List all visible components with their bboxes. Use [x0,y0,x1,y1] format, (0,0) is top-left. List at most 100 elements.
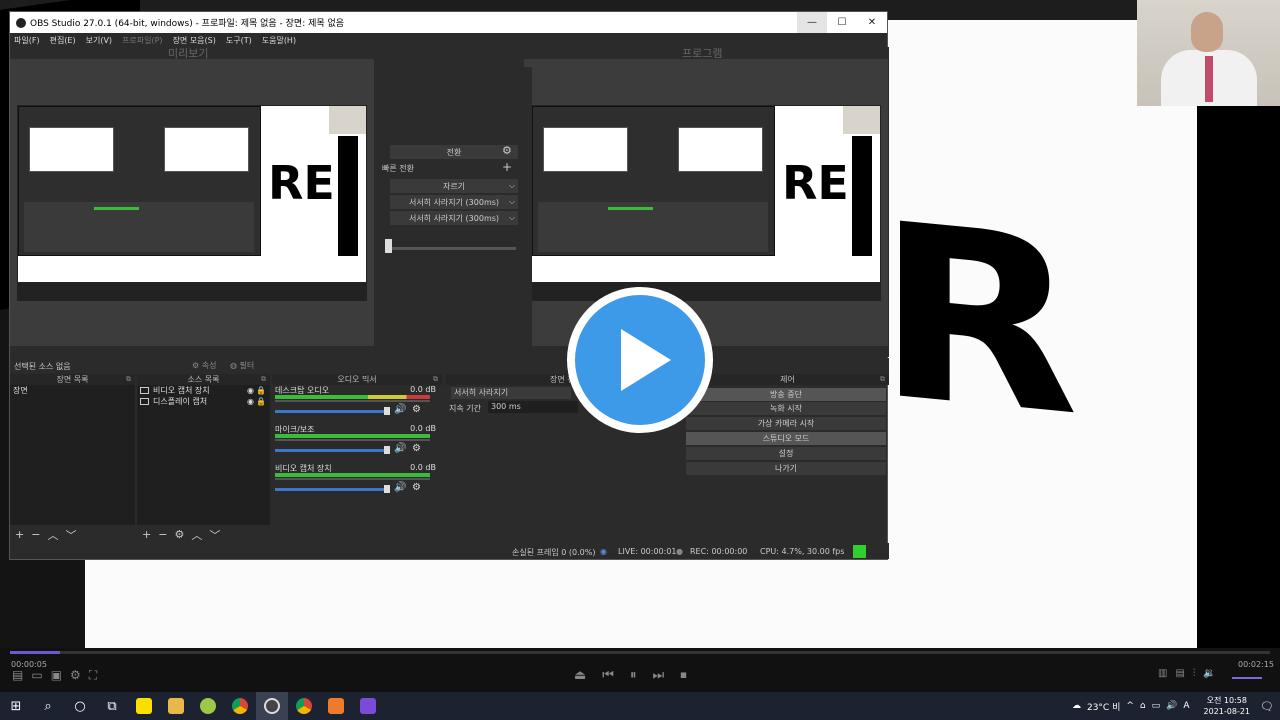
menu-profile[interactable]: 프로파일(P) [122,35,163,46]
dock-float-icon[interactable]: ⧉ [261,374,266,385]
fade-button-2[interactable]: 서서히 사라지기 (300ms) ⌵ [390,211,518,225]
start-recording-button[interactable]: 녹화 시작 [686,402,886,415]
gear-icon[interactable]: ⚙ [412,404,421,415]
settings-icon[interactable]: ⚙ [70,668,81,683]
speaker-icon[interactable]: 🔊 [1166,701,1177,711]
properties-button[interactable]: ⚙ 속성 [192,360,216,371]
lock-icon[interactable]: 🔒 [256,386,266,395]
source-settings-gear-icon[interactable]: ⚙ [174,528,184,541]
chrome-2-icon[interactable] [288,692,320,720]
dock-float-icon[interactable]: ⧉ [433,374,438,385]
move-up-icon[interactable]: ︿ [191,527,202,543]
settings-button[interactable]: 설정 [686,447,886,460]
playlist-icon[interactable]: ▤ [12,668,23,683]
cortana-icon[interactable]: ○ [64,692,96,720]
capture-icon[interactable]: ⛶ [89,668,97,683]
clock[interactable]: 오전 10:58 2021-08-21 [1198,695,1251,717]
add-quick-transition-icon[interactable]: + [502,160,512,174]
volume-slider[interactable] [275,488,387,491]
previous-icon[interactable]: ⏮ [602,668,614,683]
daum-player-icon[interactable] [320,692,352,720]
preview-screen[interactable]: RE [17,105,367,301]
add-scene-icon[interactable]: + [15,528,24,541]
stop-streaming-button[interactable]: 방송 중단 [686,388,886,401]
chevron-up-icon[interactable]: ^ [1126,701,1134,711]
stop-icon[interactable]: ⏹ [680,668,687,683]
obs-title-bar[interactable]: OBS Studio 27.0.1 (64-bit, windows) - 프로… [10,12,887,33]
seek-bar[interactable] [10,651,1270,654]
filters-button[interactable]: ◍ 필터 [230,360,254,371]
t-bar-handle[interactable] [385,239,392,253]
cut-button[interactable]: 자르기 ⌵ [390,179,518,193]
ime-indicator[interactable]: A [1183,701,1189,711]
speaker-icon[interactable]: 🔊 [394,404,406,415]
kakaotalk-icon[interactable] [128,692,160,720]
speaker-icon[interactable]: 🔊 [394,482,406,493]
weather-text[interactable]: 23°C 비 [1087,700,1120,713]
scene-item[interactable]: 장면 [10,385,135,396]
t-bar-track[interactable] [388,247,516,250]
next-icon[interactable]: ⏭ [653,668,665,683]
menu-help[interactable]: 도움말(H) [262,35,296,46]
move-up-icon[interactable]: ︿ [47,527,58,543]
gear-icon[interactable]: ⚙ [412,482,421,493]
eject-icon[interactable]: ⏏ [574,668,586,683]
exit-button[interactable]: 나가기 [686,462,886,475]
obs-taskbar-icon[interactable] [256,692,288,720]
eye-icon[interactable]: ◉ [247,386,254,395]
volume-handle[interactable] [384,407,390,415]
lock-icon[interactable]: 🔒 [256,397,266,406]
fullscreen-icon[interactable]: ▭ [31,668,42,683]
obs-window[interactable]: OBS Studio 27.0.1 (64-bit, windows) - 프로… [9,11,889,560]
volume-icon[interactable]: 🔉 [1203,668,1215,679]
transition-gear-icon[interactable]: ⚙ [502,144,512,157]
volume-handle[interactable] [384,446,390,454]
menu-file[interactable]: 파일(F) [14,35,40,46]
play-button[interactable] [567,287,713,433]
battery-icon[interactable]: ▭ [1152,701,1161,711]
start-virtual-camera-button[interactable]: 가상 카메라 시작 [686,417,886,430]
windows-start-icon[interactable]: ⊞ [0,692,32,720]
remove-scene-icon[interactable]: − [31,528,40,541]
volume-slider[interactable] [275,449,387,452]
repeat-icon[interactable]: ▣ [51,668,62,683]
transition-button[interactable]: 전환 [390,145,518,159]
pause-icon[interactable]: ⏸ [630,668,637,683]
volume-slider[interactable] [275,410,387,413]
source-item-video-capture[interactable]: 비디오 캡처 장치 ◉ 🔒 [137,385,270,396]
pen-app-icon[interactable] [192,692,224,720]
menu-tools[interactable]: 도구(T) [226,35,252,46]
menu-edit[interactable]: 편집(E) [50,35,76,46]
subtitle-icon[interactable]: ▥ [1158,668,1167,679]
player-volume-slider[interactable] [1232,677,1262,679]
chrome-icon[interactable] [224,692,256,720]
move-down-icon[interactable]: ﹀ [65,527,76,543]
search-icon[interactable]: ⌕ [32,692,64,720]
task-view-icon[interactable]: ⧉ [96,692,128,720]
remove-source-icon[interactable]: − [158,528,167,541]
notification-icon[interactable]: 🗨 [1260,700,1274,713]
source-item-display-capture[interactable]: 디스플레이 캡처 ◉ 🔒 [137,396,270,407]
eye-icon[interactable]: ◉ [247,397,254,406]
menu-view[interactable]: 보기(V) [86,35,112,46]
add-source-icon[interactable]: + [142,528,151,541]
caption-icon[interactable]: ▤ [1175,668,1184,679]
menu-scene-collection[interactable]: 장면 모음(S) [173,35,216,46]
weather-icon[interactable]: ☁ [1072,701,1081,711]
scenes-dock-title: 장면 목록 [56,375,89,384]
file-explorer-icon[interactable] [160,692,192,720]
dock-float-icon[interactable]: ⧉ [126,374,131,385]
dock-float-icon[interactable]: ⧉ [880,374,885,385]
network-icon[interactable]: ⌂ [1140,701,1146,711]
equalizer-icon[interactable]: ⫶ [1193,668,1196,679]
move-down-icon[interactable]: ﹀ [209,527,220,543]
close-button[interactable]: ✕ [857,12,887,33]
speaker-icon[interactable]: 🔊 [394,443,406,454]
volume-handle[interactable] [384,485,390,493]
studio-mode-button[interactable]: 스튜디오 모드 [686,432,886,445]
visual-studio-icon[interactable] [352,692,384,720]
fade-button-1[interactable]: 서서히 사라지기 (300ms) ⌵ [390,195,518,209]
minimize-button[interactable]: — [797,12,827,33]
gear-icon[interactable]: ⚙ [412,443,421,454]
maximize-button[interactable]: ☐ [827,12,857,33]
